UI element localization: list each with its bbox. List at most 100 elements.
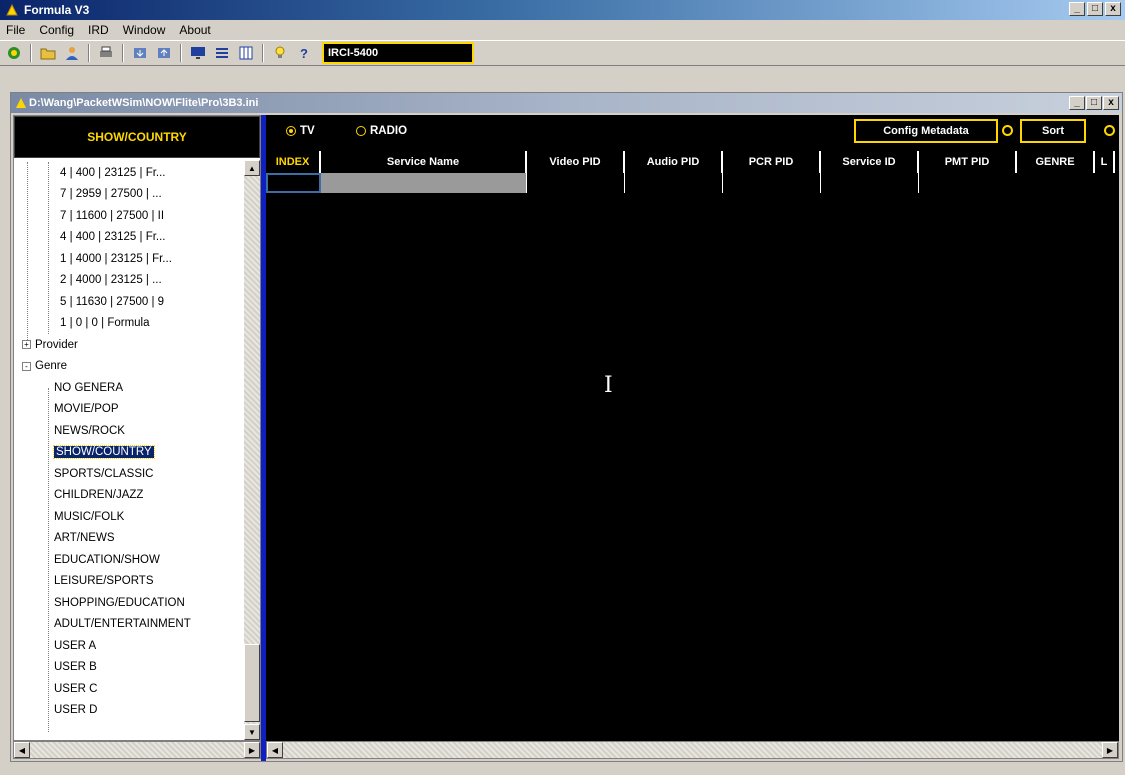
tree-item[interactable]: MUSIC/FOLK <box>14 506 244 528</box>
tree-item[interactable]: 1 | 4000 | 23125 | Fr... <box>14 248 244 270</box>
table-cell-video-pid[interactable] <box>527 173 625 193</box>
upload-icon[interactable] <box>154 43 174 63</box>
document-close-button[interactable]: x <box>1103 96 1119 110</box>
tree-vertical-scrollbar[interactable]: ▲ ▼ <box>244 160 260 740</box>
user-icon[interactable] <box>62 43 82 63</box>
sort-button[interactable]: Sort <box>1020 119 1086 143</box>
tree-item[interactable]: 7 | 2959 | 27500 | ... <box>14 184 244 206</box>
monitor-icon[interactable] <box>188 43 208 63</box>
tree-item[interactable]: NEWS/ROCK <box>14 420 244 442</box>
menu-ird[interactable]: IRD <box>88 23 109 37</box>
tree-item[interactable]: LEISURE/SPORTS <box>14 571 244 593</box>
column-header-extra[interactable]: L <box>1095 151 1115 173</box>
column-header-audio-pid[interactable]: Audio PID <box>625 151 723 173</box>
table-cell-pcr-pid[interactable] <box>723 173 821 193</box>
config-metadata-button[interactable]: Config Metadata <box>854 119 998 143</box>
lightbulb-icon[interactable] <box>270 43 290 63</box>
scroll-thumb[interactable] <box>244 644 260 722</box>
tree-item-label: 5 | 11630 | 27500 | 9 <box>60 295 165 308</box>
table-row[interactable] <box>266 173 919 193</box>
list-icon[interactable] <box>212 43 232 63</box>
tree-item[interactable]: ADULT/ENTERTAINMENT <box>14 614 244 636</box>
tree-item[interactable]: 5 | 11630 | 27500 | 9 <box>14 291 244 313</box>
device-selector[interactable]: IRCI-5400 <box>322 42 474 64</box>
scroll-right-button[interactable]: ▶ <box>244 742 260 758</box>
tree-item[interactable]: MOVIE/POP <box>14 399 244 421</box>
tree-item[interactable]: 7 | 11600 | 27500 | II <box>14 205 244 227</box>
tree-item[interactable]: USER D <box>14 700 244 722</box>
tree-item-label: USER B <box>54 661 97 674</box>
table-cell-index[interactable] <box>266 173 321 193</box>
tree-item[interactable]: 4 | 400 | 23125 | Fr... <box>14 227 244 249</box>
maximize-button[interactable]: □ <box>1087 2 1103 16</box>
column-header-index[interactable]: INDEX <box>266 151 321 173</box>
tree-item[interactable]: CHILDREN/JAZZ <box>14 485 244 507</box>
document-minimize-button[interactable]: _ <box>1069 96 1085 110</box>
tree-item[interactable]: SHOPPING/EDUCATION <box>14 592 244 614</box>
tree-item[interactable]: NO GENERA <box>14 377 244 399</box>
tree-view: 4 | 400 | 23125 | Fr... 7 | 2959 | 27500 … <box>14 162 244 732</box>
svg-text:?: ? <box>300 46 308 61</box>
scroll-left-button[interactable]: ◀ <box>14 742 30 758</box>
tree-item-label: NEWS/ROCK <box>54 424 125 437</box>
app-logo-icon <box>4 2 20 18</box>
table-scroll-right-button[interactable]: ▶ <box>1102 742 1118 758</box>
table-cell-service-id[interactable] <box>821 173 919 193</box>
table-cell-audio-pid[interactable] <box>625 173 723 193</box>
tree-item-label: Genre <box>35 360 67 373</box>
table-scroll-left-button[interactable]: ◀ <box>267 742 283 758</box>
close-button[interactable]: x <box>1105 2 1121 16</box>
app-window: Formula V3 _ □ x File Config IRD Window … <box>0 0 1125 775</box>
expand-icon[interactable]: + <box>22 340 31 350</box>
scroll-up-button[interactable]: ▲ <box>244 160 260 176</box>
tree-item[interactable]: EDUCATION/SHOW <box>14 549 244 571</box>
tree-horizontal-scrollbar[interactable]: ◀ ▶ <box>13 741 261 759</box>
tree-item[interactable]: ART/NEWS <box>14 528 244 550</box>
column-header-service-name[interactable]: Service Name <box>321 151 527 173</box>
tree-item[interactable]: - Genre <box>14 356 244 378</box>
columns-icon[interactable] <box>236 43 256 63</box>
menu-window[interactable]: Window <box>123 23 166 37</box>
tree-item[interactable]: SHOW/COUNTRY <box>14 442 244 464</box>
scroll-down-button[interactable]: ▼ <box>244 724 260 740</box>
title-bar[interactable]: Formula V3 _ □ x <box>0 0 1125 20</box>
column-header-video-pid[interactable]: Video PID <box>527 151 625 173</box>
tree-item[interactable]: + Provider <box>14 334 244 356</box>
open-folder-icon[interactable] <box>38 43 58 63</box>
tree-item-label: NO GENERA <box>54 381 124 394</box>
tree-item[interactable]: USER B <box>14 657 244 679</box>
menu-file[interactable]: File <box>6 23 25 37</box>
print-icon[interactable] <box>96 43 116 63</box>
menu-about[interactable]: About <box>179 23 210 37</box>
minimize-button[interactable]: _ <box>1069 2 1085 16</box>
help-icon[interactable]: ? <box>294 43 314 63</box>
tree-item[interactable]: 1 | 0 | 0 | Formula <box>14 313 244 335</box>
radio-tv-label: TV <box>300 125 315 137</box>
radio-tv[interactable]: TV <box>286 125 315 137</box>
table-cell-service-name[interactable] <box>321 173 527 193</box>
column-header-genre[interactable]: GENRE <box>1017 151 1095 173</box>
menu-config[interactable]: Config <box>39 23 74 37</box>
column-header-service-id[interactable]: Service ID <box>821 151 919 173</box>
collapse-icon[interactable]: - <box>22 361 31 371</box>
document-title-bar[interactable]: D:\Wang\PacketWSim\NOW\Flite\Pro\3B3.ini… <box>11 93 1122 113</box>
tree-item[interactable]: 2 | 4000 | 23125 | ... <box>14 270 244 292</box>
column-header-pmt-pid[interactable]: PMT PID <box>919 151 1017 173</box>
tree-item[interactable]: USER C <box>14 678 244 700</box>
connect-icon[interactable] <box>4 43 24 63</box>
download-icon[interactable] <box>130 43 150 63</box>
tree-panel-header: SHOW/COUNTRY <box>14 116 260 158</box>
radio-selected-icon <box>286 126 296 136</box>
tree-item[interactable]: 4 | 400 | 23125 | Fr... <box>14 162 244 184</box>
toolbar-separator <box>262 44 264 62</box>
tree-item[interactable]: USER A <box>14 635 244 657</box>
tree-panel: SHOW/COUNTRY 4 | 400 | 23125 | Fr... 7 | … <box>13 115 261 741</box>
document-maximize-button[interactable]: □ <box>1086 96 1102 110</box>
table-horizontal-scrollbar[interactable]: ◀ ▶ <box>266 741 1119 759</box>
tree-item[interactable]: SPORTS/CLASSIC <box>14 463 244 485</box>
column-header-pcr-pid[interactable]: PCR PID <box>723 151 821 173</box>
tree-item-label: CHILDREN/JAZZ <box>54 489 144 502</box>
toolbar-separator <box>30 44 32 62</box>
tree-item-label: SHOPPING/EDUCATION <box>54 596 185 609</box>
radio-radio[interactable]: RADIO <box>356 125 407 137</box>
